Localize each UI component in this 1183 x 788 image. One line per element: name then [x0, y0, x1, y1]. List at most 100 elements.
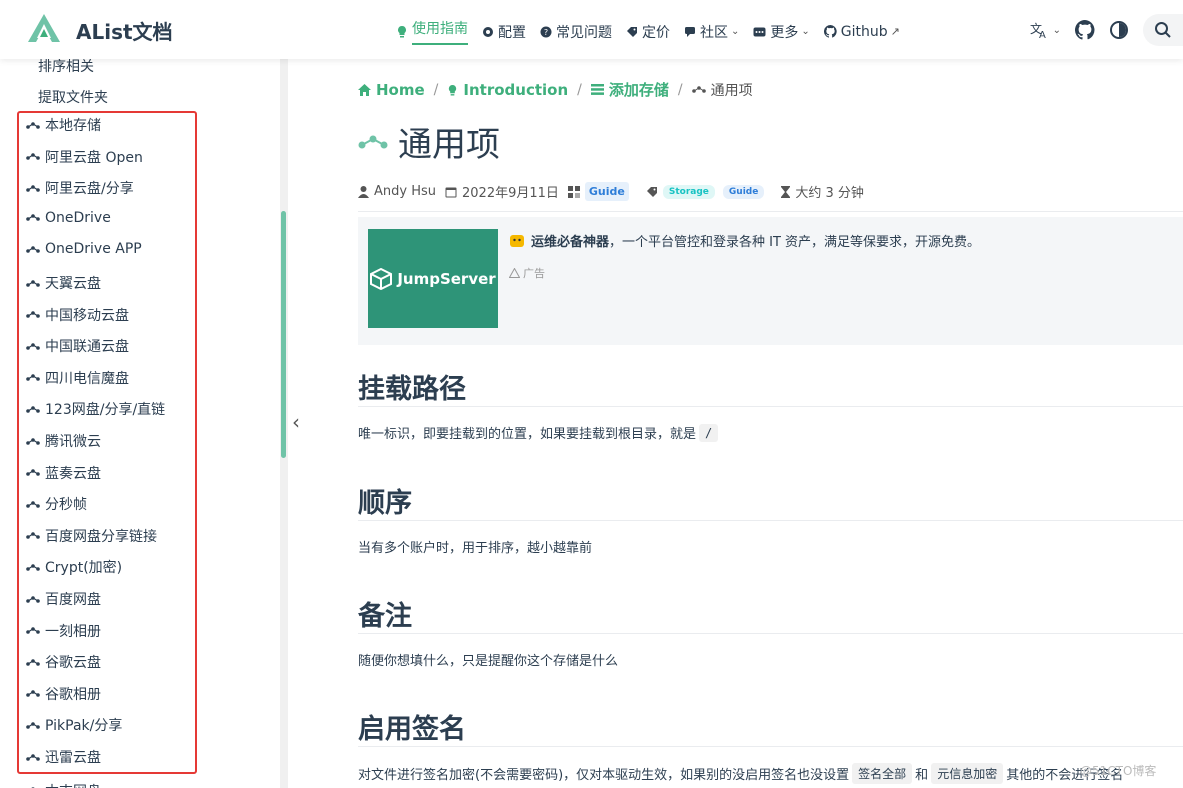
chevron-down-icon: ⌄ [1052, 24, 1061, 36]
ad-headline: 运维必备神器 [531, 235, 610, 250]
chevron-down-icon: ⌄ [801, 26, 810, 37]
category-badge[interactable]: Guide [584, 182, 629, 201]
sidebar-item-storage[interactable]: 本吉网盘 [26, 781, 101, 788]
tag-icon [626, 26, 638, 38]
gear-icon [482, 26, 494, 38]
nav-guide-label: 使用指南 [412, 18, 468, 45]
section-heading-order: 顺序 [358, 488, 412, 519]
list-icon [590, 84, 604, 95]
chat-icon [684, 26, 696, 38]
breadcrumb-home-label: Home [376, 80, 425, 99]
nav-config[interactable]: 配置 [482, 22, 526, 42]
external-link-icon: ↗ [890, 25, 900, 38]
nav-github[interactable]: Github ↗ [823, 23, 900, 40]
alist-logo-icon[interactable] [26, 12, 62, 44]
nav-config-label: 配置 [498, 24, 526, 41]
meta-read-time: 大约 3 分钟 [781, 182, 864, 201]
nav-community[interactable]: 社区 ⌄ [684, 22, 739, 42]
meta-divider [358, 211, 1183, 212]
ad-triangle-icon [509, 268, 520, 278]
main-content: Home / Introduction / 添加存储 / 通用项 通用项 And… [358, 59, 1183, 788]
breadcrumb-add-storage[interactable]: 添加存储 [590, 79, 669, 100]
nav-pricing[interactable]: 定价 [626, 22, 670, 42]
highlight-box [17, 111, 197, 774]
nav-pricing-label: 定价 [642, 24, 670, 41]
top-navbar: AList文档 使用指南 配置 ? 常见问题 定价 社区 ⌄ 更多 ⌄ Gith… [0, 0, 1183, 59]
question-icon: ? [540, 26, 552, 38]
nav-links: 使用指南 配置 ? 常见问题 定价 社区 ⌄ 更多 ⌄ Github ↗ [396, 18, 914, 45]
nav-more-label: 更多 [770, 24, 799, 41]
section-text-remark: 随便你想填什么，只是提醒你这个存储是什么 [358, 654, 619, 669]
code-sign-all: 签名全部 [852, 763, 913, 784]
ad-brand: JumpServer [397, 269, 496, 288]
breadcrumb: Home / Introduction / 添加存储 / 通用项 [358, 79, 753, 100]
ad-body: ，一个平台管控和登录各种 IT 资产，满足等保要求，开源免费。 [609, 235, 981, 250]
section-divider [358, 746, 1183, 747]
storage-chain-icon [691, 85, 706, 94]
sidebar-item-sort[interactable]: 排序相关 [38, 59, 94, 76]
nav-faq-label: 常见问题 [556, 24, 612, 41]
tag-badge-storage[interactable]: Storage [662, 184, 715, 199]
section-text-enable-sign: 对文件进行签名加密(不会需要密码)，仅对本驱动生效，如果别的没启用签名也没设置 … [358, 763, 1123, 784]
hourglass-icon [781, 185, 791, 198]
watermark: @51CTO博客 [1080, 764, 1157, 778]
mount-path-text: 唯一标识，即要挂载到的位置，如果要挂载到根目录，就是 [358, 427, 697, 442]
github-repo-icon[interactable] [1075, 20, 1095, 40]
nav-github-label: Github [840, 23, 888, 40]
jumpserver-logo[interactable]: JumpServer [368, 229, 498, 328]
github-icon [823, 25, 837, 38]
section-divider [358, 406, 1183, 407]
lightbulb-icon [396, 25, 408, 38]
page-title: 通用项 [358, 117, 500, 166]
section-divider [358, 633, 1183, 634]
read-time: 大约 3 分钟 [795, 186, 864, 201]
collapse-sidebar-button[interactable]: ‹ [292, 410, 300, 434]
site-title[interactable]: AList文档 [76, 16, 173, 45]
ad-banner[interactable]: JumpServer 运维必备神器 ，一个平台管控和登录各种 IT 资产，满足等… [358, 217, 1183, 345]
breadcrumb-current: 通用项 [691, 80, 753, 100]
sidebar-item-extract-folder[interactable]: 提取文件夹 [38, 87, 108, 107]
page-meta: Andy Hsu 2022年9月11日 Guide Storage Guide … [358, 182, 873, 201]
meta-author[interactable]: Andy Hsu [358, 184, 436, 199]
publish-date: 2022年9月11日 [462, 186, 559, 201]
category-icon [567, 185, 580, 198]
section-heading-mount-path: 挂载路径 [358, 374, 466, 405]
author-name: Andy Hsu [374, 184, 436, 199]
nav-more[interactable]: 更多 ⌄ [753, 22, 810, 42]
breadcrumb-current-label: 通用项 [710, 82, 753, 99]
ad-label-text: 广告 [523, 267, 545, 280]
meta-category: Guide [567, 182, 637, 201]
nav-guide[interactable]: 使用指南 [396, 18, 468, 45]
section-heading-remark: 备注 [358, 601, 412, 632]
breadcrumb-home[interactable]: Home [358, 81, 425, 99]
tag-badge-guide[interactable]: Guide [722, 184, 765, 199]
enable-sign-text-a: 对文件进行签名加密(不会需要密码)，仅对本驱动生效，如果别的没启用签名也没设置 [358, 768, 850, 783]
cube-icon [370, 267, 393, 290]
code-root: / [699, 423, 719, 442]
language-icon[interactable]: 文A ⌄ [1030, 21, 1061, 39]
ad-text[interactable]: 运维必备神器 ，一个平台管控和登录各种 IT 资产，满足等保要求，开源免费。 [509, 231, 980, 250]
section-text-order: 当有多个账户时，用于排序，越小越靠前 [358, 541, 593, 556]
breadcrumb-separator: / [677, 81, 683, 98]
page-title-text: 通用项 [398, 125, 500, 165]
emoji-icon [510, 234, 524, 247]
tag-icon [646, 186, 657, 197]
breadcrumb-introduction[interactable]: Introduction [447, 81, 568, 99]
sidebar-scrollbar[interactable] [281, 211, 286, 458]
section-divider [358, 520, 1183, 521]
user-icon [358, 185, 369, 198]
nav-faq[interactable]: ? 常见问题 [540, 22, 612, 42]
sidebar-item-label: 本吉网盘 [45, 781, 101, 788]
theme-toggle-icon[interactable] [1109, 20, 1129, 40]
home-icon [358, 83, 371, 96]
enable-sign-mid: 和 [915, 768, 929, 783]
ad-label: 广告 [509, 265, 545, 281]
lightbulb-icon [447, 84, 458, 96]
section-heading-enable-sign: 启用签名 [358, 714, 466, 745]
more-icon [753, 27, 766, 37]
code-meta-encrypt: 元信息加密 [931, 763, 1004, 784]
sidebar: 排序相关 提取文件夹 本地存储 阿里云盘 Open 阿里云盘/分享 OneDrive O… [0, 59, 280, 788]
chevron-down-icon: ⌄ [731, 26, 740, 37]
meta-tags: Storage Guide [646, 184, 772, 199]
search-button[interactable] [1143, 14, 1183, 46]
